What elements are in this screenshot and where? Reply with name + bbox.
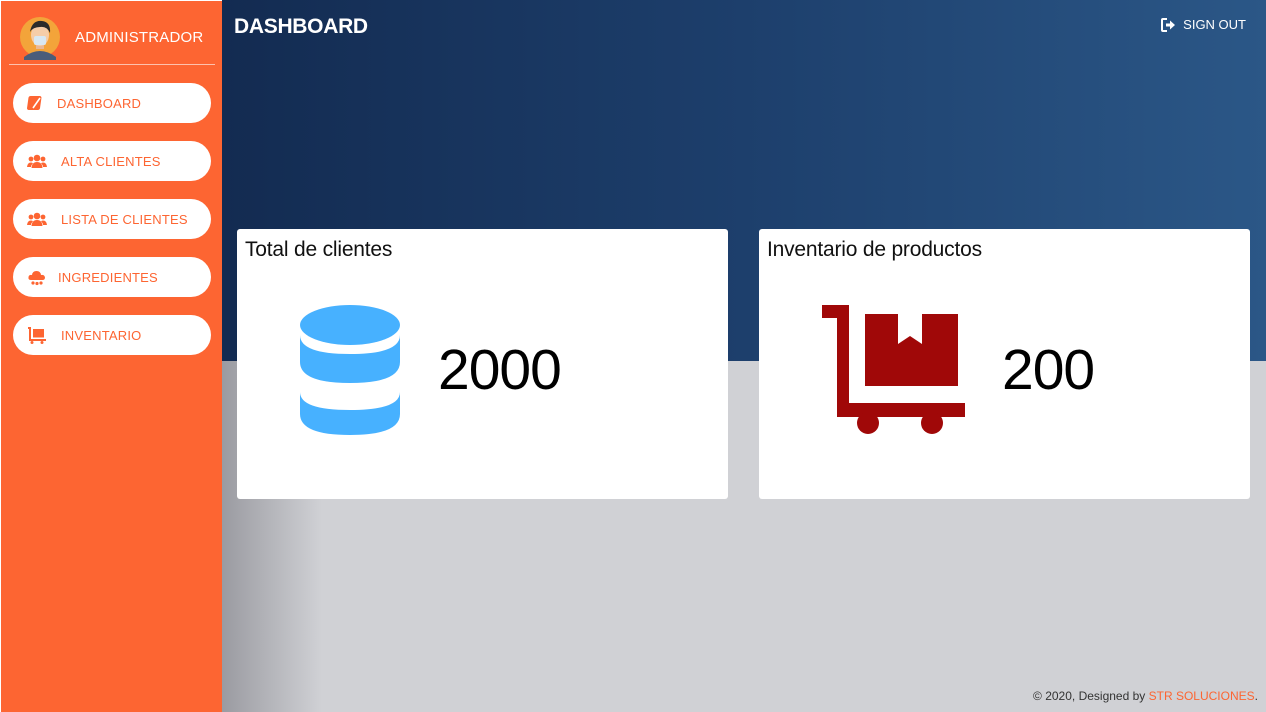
- footer: © 2020, Designed by STR SOLUCIONES.: [1033, 689, 1258, 703]
- sidebar-item-label: INGREDIENTES: [58, 270, 158, 285]
- sidebar-item-label: ALTA CLIENTES: [61, 154, 161, 169]
- sidebar-item-lista-de-clientes[interactable]: LISTA DE CLIENTES: [13, 199, 211, 239]
- card-total-clientes: Total de clientes 2000: [237, 229, 728, 499]
- sidebar-item-alta-clientes[interactable]: ALTA CLIENTES: [13, 141, 211, 181]
- page-title: DASHBOARD: [234, 15, 368, 38]
- card-title: Inventario de productos: [767, 238, 982, 261]
- sign-out-icon: [1161, 17, 1176, 32]
- card-inventario-productos: Inventario de productos 200: [759, 229, 1250, 499]
- sign-out-label: SIGN OUT: [1183, 17, 1246, 32]
- users-icon: [27, 212, 47, 226]
- footer-suffix: .: [1254, 689, 1258, 703]
- card-value: 2000: [438, 338, 562, 402]
- leaf-icon: [27, 96, 42, 110]
- avatar: [20, 17, 60, 60]
- cloud-icon: [28, 271, 45, 286]
- dolly-icon: [822, 305, 965, 434]
- user-profile: ADMINISTRADOR: [9, 2, 215, 65]
- footer-brand-link[interactable]: STR SOLUCIONES: [1149, 689, 1255, 703]
- database-icon: [300, 305, 400, 435]
- card-value: 200: [1002, 338, 1095, 402]
- sign-out-button[interactable]: SIGN OUT: [1161, 17, 1246, 32]
- sidebar: ADMINISTRADOR DASHBOARD ALTA CLIENTES LI…: [0, 0, 222, 712]
- sidebar-item-label: INVENTARIO: [61, 328, 142, 343]
- sidebar-item-label: LISTA DE CLIENTES: [61, 212, 188, 227]
- card-title: Total de clientes: [245, 238, 393, 261]
- sidebar-item-dashboard[interactable]: DASHBOARD: [13, 83, 211, 123]
- users-icon: [27, 154, 47, 168]
- footer-text: © 2020, Designed by: [1033, 689, 1149, 703]
- sidebar-item-label: DASHBOARD: [57, 96, 142, 111]
- dolly-icon: [28, 327, 46, 344]
- user-name: ADMINISTRADOR: [75, 29, 204, 46]
- sidebar-item-inventario[interactable]: INVENTARIO: [13, 315, 211, 355]
- sidebar-item-ingredientes[interactable]: INGREDIENTES: [13, 257, 211, 297]
